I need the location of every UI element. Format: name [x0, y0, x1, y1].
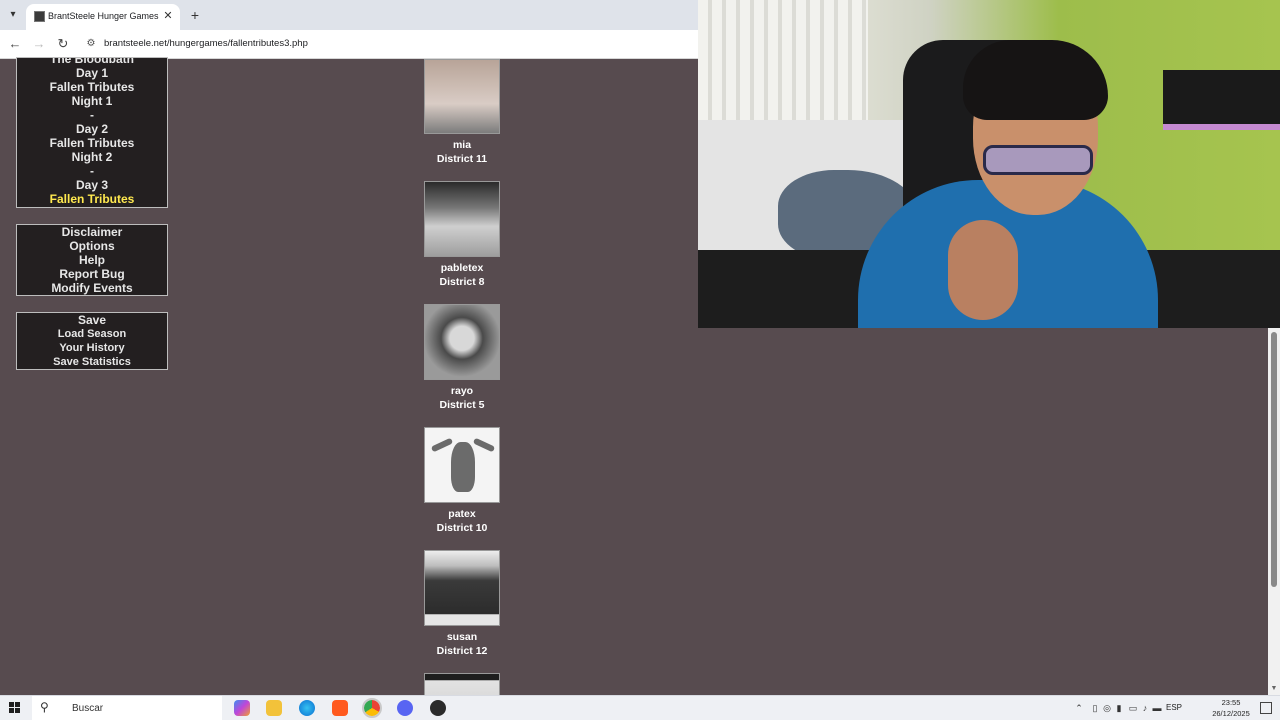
notification-icon[interactable]: [1260, 702, 1272, 714]
reload-icon[interactable]: ↻: [54, 35, 72, 53]
taskbar-search-placeholder: Buscar: [72, 703, 104, 714]
site-info-icon[interactable]: ⚙: [84, 37, 98, 51]
back-arrow-icon[interactable]: ←: [6, 35, 24, 53]
webcam-curtain: [698, 0, 868, 120]
recording-app-icon[interactable]: [430, 700, 446, 716]
tray-battery-icon[interactable]: ▬: [1152, 702, 1162, 714]
menu-link-fallen-tributes-1[interactable]: Fallen Tributes: [17, 80, 167, 94]
tribute-name: pabletex: [440, 262, 484, 274]
scrollbar-thumb[interactable]: [1271, 332, 1277, 587]
tray-speaker-icon[interactable]: ♪: [1140, 702, 1150, 714]
menu-link-report-bug[interactable]: Report Bug: [17, 267, 167, 281]
tribute-name: patex: [448, 508, 476, 520]
tribute-photo: [424, 304, 500, 380]
tribute-district: District 11: [436, 153, 488, 165]
system-tray: ⌃ ▯ ◎ ▮ ▭ ♪ ▬ ESP 23:55 26/12/2025: [1070, 696, 1280, 720]
webcam-overlay: [698, 0, 1280, 328]
tab-favicon-icon: [34, 11, 45, 22]
info-menu: Disclaimer Options Help Report Bug Modif…: [16, 224, 168, 296]
events-menu: The Bloodbath Day 1 Fallen Tributes Nigh…: [16, 57, 168, 208]
menu-link-day-2[interactable]: Day 2: [17, 122, 167, 136]
edge-icon[interactable]: [299, 700, 315, 716]
browser-toolbar: ← → ↻ ⚙ brantsteele.net/hungergames/fall…: [0, 30, 698, 59]
chrome-icon[interactable]: [362, 698, 382, 718]
tribute-district: District 10: [436, 522, 488, 534]
menu-link-options[interactable]: Options: [17, 239, 167, 253]
menu-link-bloodbath[interactable]: The Bloodbath: [17, 58, 167, 66]
tribute-district: District 8: [439, 276, 485, 288]
menu-link-load-season[interactable]: Load Season: [17, 327, 167, 341]
address-bar[interactable]: brantsteele.net/hungergames/fallentribut…: [104, 38, 308, 49]
tribute-name: mia: [452, 139, 472, 151]
language-indicator[interactable]: ESP: [1166, 703, 1182, 712]
tribute-name: susan: [446, 631, 478, 643]
webcam-person-hair: [963, 40, 1108, 120]
menu-link-help[interactable]: Help: [17, 253, 167, 267]
tribute-card: susan District 12: [412, 550, 512, 658]
tribute-photo: [424, 427, 500, 503]
tribute-photo: [424, 59, 500, 134]
tribute-card: rayo District 5: [412, 304, 512, 412]
tribute-card-partial: [412, 673, 512, 695]
tray-chevron-up-icon[interactable]: ⌃: [1074, 702, 1084, 714]
copilot-icon[interactable]: [234, 700, 250, 716]
webcam-person-glasses: [983, 145, 1093, 175]
scroll-down-arrow-icon[interactable]: ▼: [1269, 685, 1279, 695]
menu-link-day-3[interactable]: Day 3: [17, 178, 167, 192]
tribute-photo: [424, 181, 500, 257]
menu-link-fallen-tributes-2[interactable]: Fallen Tributes: [17, 136, 167, 150]
taskbar-search[interactable]: ⚲ Buscar: [32, 696, 222, 720]
menu-link-your-history[interactable]: Your History: [17, 341, 167, 355]
tribute-district: District 12: [436, 645, 488, 657]
clock-time: 23:55: [1221, 698, 1241, 707]
tray-network-icon[interactable]: ◎: [1102, 702, 1112, 714]
new-tab-button[interactable]: +: [188, 6, 202, 24]
brave-icon[interactable]: [332, 700, 348, 716]
tribute-card: patex District 10: [412, 427, 512, 535]
tab-close-icon[interactable]: ✕: [161, 9, 175, 23]
windows-start-icon[interactable]: [9, 702, 21, 714]
menu-link-modify-events[interactable]: Modify Events: [17, 281, 167, 295]
menu-link-disclaimer[interactable]: Disclaimer: [17, 225, 167, 239]
search-icon: ⚲: [40, 700, 49, 714]
tray-mic-icon[interactable]: ▮: [1114, 702, 1124, 714]
tray-wifi-icon[interactable]: ▭: [1128, 702, 1138, 714]
browser-tab-bar: ▾ BrantSteele Hunger Games Sim ✕ +: [0, 0, 698, 30]
menu-link-save[interactable]: Save: [17, 313, 167, 327]
file-explorer-icon[interactable]: [266, 700, 282, 716]
tab-list-chevron-icon[interactable]: ▾: [4, 6, 22, 24]
menu-separator: -: [90, 108, 94, 122]
tribute-photo: [424, 550, 500, 626]
tribute-card: pabletex District 8: [412, 181, 512, 289]
browser-tab[interactable]: BrantSteele Hunger Games Sim ✕: [26, 4, 180, 30]
taskbar: ⚲ Buscar ⌃ ▯ ◎ ▮ ▭ ♪ ▬ ESP 23:55 26/12/2…: [0, 695, 1280, 720]
webcam-person-hand: [948, 220, 1018, 320]
discord-icon[interactable]: [397, 700, 413, 716]
menu-link-night-1[interactable]: Night 1: [17, 94, 167, 108]
tribute-district: District 5: [439, 399, 485, 411]
menu-link-night-2[interactable]: Night 2: [17, 150, 167, 164]
clock[interactable]: 23:55 26/12/2025: [1208, 697, 1254, 719]
menu-separator: -: [90, 164, 94, 178]
menu-link-day-1[interactable]: Day 1: [17, 66, 167, 80]
tribute-photo: [424, 673, 500, 695]
forward-arrow-icon[interactable]: →: [30, 35, 48, 53]
tray-device-icon[interactable]: ▯: [1090, 702, 1100, 714]
page-scrollbar[interactable]: ▼: [1268, 328, 1280, 695]
webcam-shelf: [1163, 70, 1280, 130]
tribute-card: mia District 11: [412, 59, 512, 166]
menu-link-save-statistics[interactable]: Save Statistics: [17, 355, 167, 369]
tab-title: BrantSteele Hunger Games Sim: [48, 11, 160, 21]
save-menu: Save Load Season Your History Save Stati…: [16, 312, 168, 370]
clock-date: 26/12/2025: [1212, 709, 1250, 718]
tribute-name: rayo: [450, 385, 474, 397]
menu-link-fallen-tributes-3-active[interactable]: Fallen Tributes: [17, 192, 167, 206]
